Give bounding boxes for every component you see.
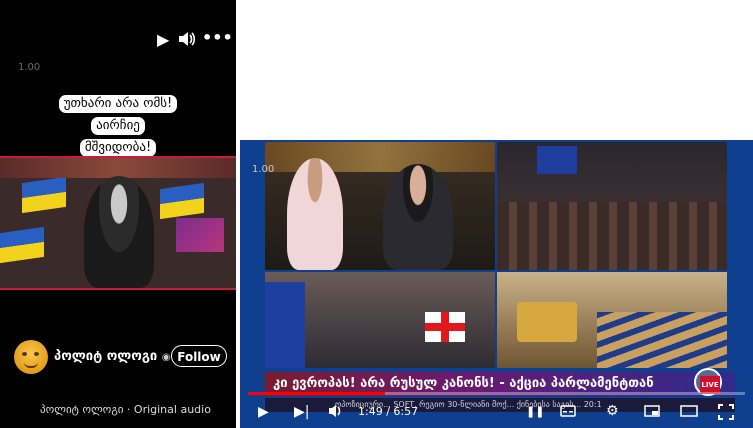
video-tile-protest <box>265 272 495 368</box>
next-icon[interactable]: ▶| <box>294 405 309 419</box>
caption-line: აირჩიე <box>91 117 145 135</box>
reel-player: ▶ ••• 1.00 უთხარი არა ომს! აირჩიე მშვიდო… <box>0 0 236 428</box>
follow-button[interactable]: Follow <box>171 345 227 367</box>
miniplayer-icon[interactable] <box>644 405 660 420</box>
reel-caption: უთხარი არა ომს! აირჩიე მშვიდობა! <box>40 92 196 158</box>
author-name-text: პოლიტ ოლოგი <box>54 349 158 364</box>
settings-icon[interactable]: ⚙ <box>606 404 619 418</box>
author-row: პოლიტ ოლოგი ◉ Follow <box>14 340 230 374</box>
reel-video-frame[interactable] <box>0 156 236 290</box>
video-tile-crowd <box>497 142 727 270</box>
ukraine-flag <box>22 176 66 214</box>
purple-flag <box>176 218 224 252</box>
news-headline: კი ევროპას! არა რუსულ კანონს! - აქცია პა… <box>273 376 654 391</box>
reporter <box>287 158 343 270</box>
speed-label: 1.00 <box>18 62 41 73</box>
caption-line: უთხარი არა ომს! <box>58 95 178 113</box>
speed-label: 1.00 <box>252 164 275 175</box>
flowers-background <box>0 158 236 178</box>
progress-bar[interactable] <box>248 392 745 395</box>
more-options-icon[interactable]: ••• <box>202 30 233 46</box>
play-icon[interactable]: ▶ <box>157 32 169 48</box>
time-display: 1:49 / 6:57 <box>358 405 419 418</box>
georgia-flag <box>425 312 465 342</box>
progress-fill <box>248 392 386 395</box>
original-audio-label[interactable]: პოლიტ ოლოგი · Original audio <box>40 403 211 416</box>
play-icon[interactable]: ▶ <box>258 405 269 419</box>
fullscreen-icon[interactable] <box>718 404 734 423</box>
volume-icon[interactable] <box>178 31 196 50</box>
caption-line: მშვიდობა! <box>79 139 157 157</box>
eu-flag <box>265 282 305 368</box>
subtitles-icon[interactable] <box>560 405 576 420</box>
video-tile-interview <box>265 142 495 270</box>
avatar[interactable] <box>14 340 48 374</box>
video-tile-parliament <box>497 272 727 368</box>
theater-mode-icon[interactable] <box>680 405 698 420</box>
interviewee <box>383 164 453 270</box>
ukraine-flag <box>0 226 44 264</box>
player-controls: ▶ ▶| 1:49 / 6:57 ❚❚ ⚙ <box>240 396 753 428</box>
pause-icon[interactable]: ❚❚ <box>526 405 544 419</box>
video-player[interactable]: 1.00 კი ევროპას! არა რუსულ კანონს! - აქც… <box>240 140 753 428</box>
speaking-woman <box>84 176 154 288</box>
author-name[interactable]: პოლიტ ოლოგი ◉ <box>54 349 171 364</box>
eu-flag <box>537 146 577 174</box>
volume-icon[interactable] <box>328 404 344 421</box>
ukraine-flag <box>160 182 204 220</box>
globe-icon: ◉ <box>161 352 171 363</box>
